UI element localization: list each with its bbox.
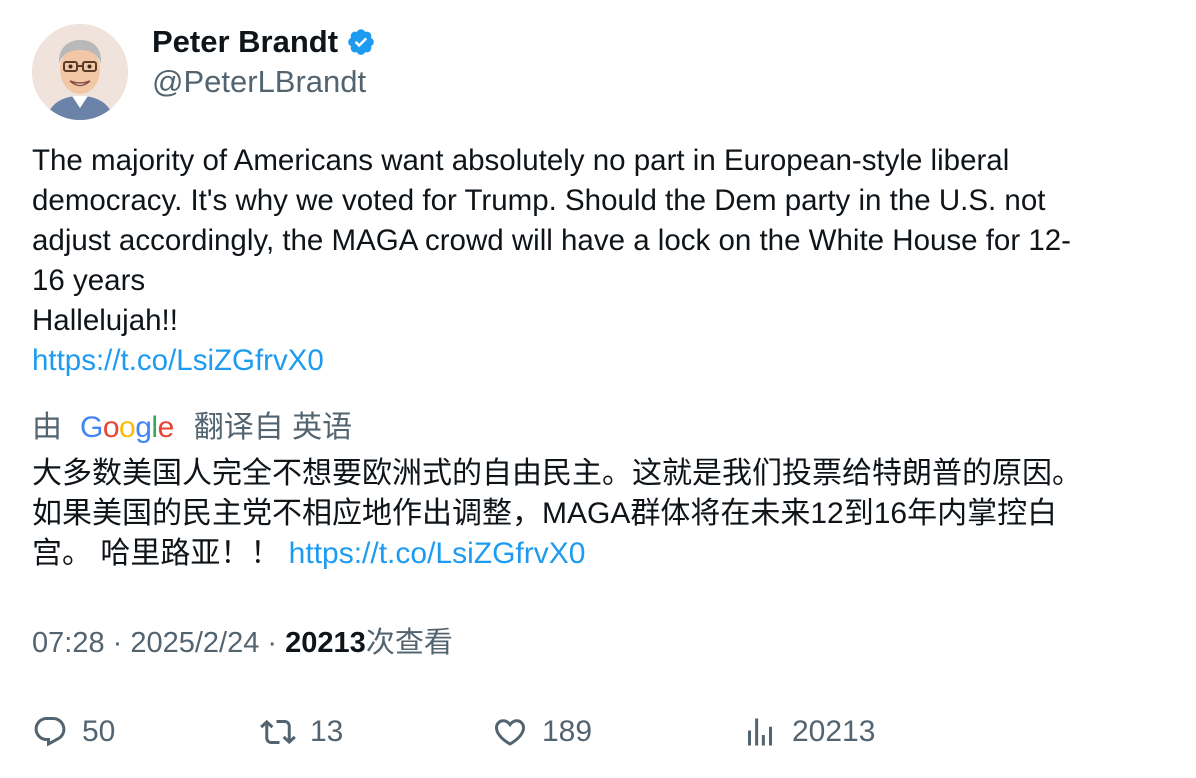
meta-separator: ·	[259, 627, 286, 659]
translated-text-line: 宫。 哈里路亚！！	[32, 537, 289, 570]
tweet-time[interactable]: 07:28	[32, 627, 105, 659]
google-logo-letter: g	[135, 411, 152, 444]
avatar[interactable]	[32, 24, 128, 120]
tweet-text-line: The majority of Americans want absolutel…	[32, 144, 1010, 177]
google-logo-letter: o	[119, 411, 136, 444]
google-logo-letter: e	[157, 411, 175, 444]
tweet-text-line: adjust accordingly, the MAGA crowd will …	[32, 224, 1071, 257]
retweet-icon	[260, 719, 296, 745]
views-action-count: 20213	[792, 715, 876, 748]
tweet-link[interactable]: https://t.co/LsiZGfrvX0	[32, 344, 324, 377]
google-logo-letter: G	[80, 411, 103, 444]
translation-prefix: 由	[32, 411, 62, 444]
meta-separator: ·	[104, 627, 131, 659]
translated-link[interactable]: https://t.co/LsiZGfrvX0	[289, 537, 586, 570]
tweet-date[interactable]: 2025/2/24	[130, 627, 259, 659]
author-handle[interactable]: @PeterLBrandt	[152, 62, 366, 102]
retweet-button[interactable]: 13	[260, 710, 343, 754]
google-logo: Google	[80, 406, 174, 450]
tweet-text-line: democracy. It's why we voted for Trump. …	[32, 184, 1046, 217]
translation-suffix: 翻译自 英语	[193, 411, 353, 444]
bar-chart-icon	[748, 718, 772, 746]
avatar-illustration	[32, 24, 128, 120]
heart-icon	[494, 719, 526, 746]
reply-icon	[34, 717, 66, 747]
tweet-meta: 07:28 · 2025/2/24 · 20213次查看	[32, 623, 453, 663]
like-button[interactable]: 189	[492, 710, 592, 754]
translation-notice: 由 Google 翻译自 英语	[32, 406, 352, 450]
views-label: 次查看	[365, 627, 453, 659]
tweet-text-line: Hallelujah!!	[32, 304, 178, 337]
like-count: 189	[542, 715, 593, 748]
retweet-count: 13	[310, 715, 344, 748]
tweet-text: The majority of Americans want absolutel…	[32, 141, 1172, 381]
translated-text-line: 如果美国的民主党不相应地作出调整，MAGA群体将在未来12到16年内掌控白	[32, 497, 1058, 530]
tweet-text-line: 16 years	[32, 264, 146, 297]
translated-text: 大多数美国人完全不想要欧洲式的自由民主。这就是我们投票给特朗普的原因。 如果美国…	[32, 454, 1182, 574]
reply-button[interactable]: 50	[32, 710, 115, 754]
translated-text-line: 大多数美国人完全不想要欧洲式的自由民主。这就是我们投票给特朗普的原因。	[32, 457, 1082, 490]
views-button[interactable]: 20213	[742, 710, 875, 754]
views-count: 20213	[285, 627, 366, 659]
author-name-row[interactable]: Peter Brandt	[152, 22, 376, 62]
author-name[interactable]: Peter Brandt	[152, 22, 338, 62]
verified-badge-icon[interactable]	[346, 27, 376, 57]
google-logo-letter: o	[102, 411, 120, 444]
action-bar: 50 13 189 20213	[32, 710, 1172, 754]
reply-count: 50	[82, 715, 116, 748]
